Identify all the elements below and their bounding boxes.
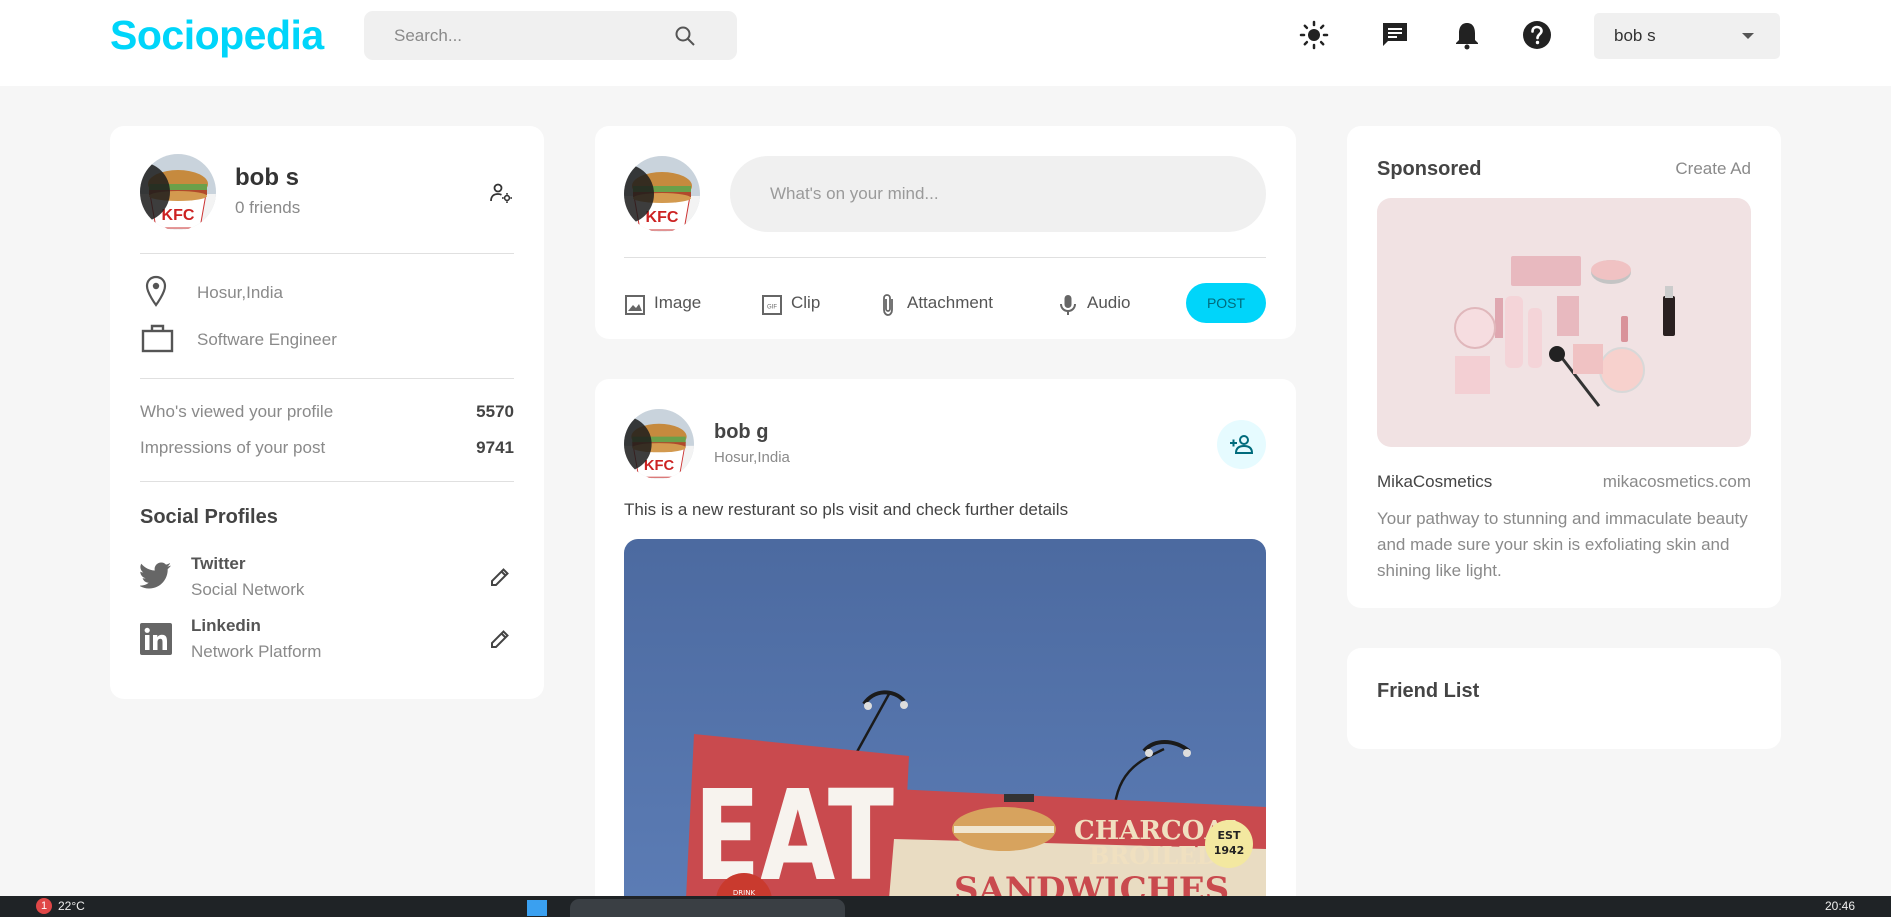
post-input-placeholder: What's on your mind... [770,184,939,203]
add-friend-button[interactable] [1217,420,1266,469]
create-ad-link[interactable]: Create Ad [1675,159,1751,179]
profile-views-value: 5570 [476,402,514,421]
profile-views-label: Who's viewed your profile [140,402,334,421]
gif-icon: GIF [762,295,782,315]
start-button[interactable] [527,900,547,916]
twitter-description: Social Network [191,580,305,599]
divider [140,253,514,254]
post-text: This is a new resturant so pls visit and… [624,500,1069,519]
briefcase-icon [141,324,174,353]
clip-button-label: Clip [791,293,821,312]
paperclip-icon [883,294,893,316]
linkedin-icon [140,623,172,655]
svg-text:KFC: KFC [646,209,679,226]
post-author-name[interactable]: bob g [714,421,768,444]
edit-pencil-icon[interactable] [489,628,511,650]
est-text: EST [1218,829,1241,842]
ad-image[interactable] [1377,198,1751,447]
message-icon[interactable] [1379,19,1411,51]
audio-button-label: Audio [1087,293,1131,312]
profile-card: KFC bob s 0 friends Hosur,India Software… [110,126,544,699]
top-navbar: Sociopedia Search... bob s [0,0,1891,86]
avatar[interactable]: KFC [140,154,216,230]
attachment-button-label: Attachment [907,293,993,312]
microphone-icon [1060,295,1076,315]
divider [140,378,514,379]
avatar[interactable]: KFC [624,156,700,232]
post-impressions-label: Impressions of your post [140,438,326,457]
post-impressions-value: 9741 [476,438,514,457]
bell-icon[interactable] [1451,19,1483,51]
profile-name[interactable]: bob s [235,164,299,192]
divider [140,481,514,482]
os-taskbar: 1 22°C 20:46 [0,896,1891,917]
user-dropdown[interactable]: bob s [1594,13,1780,59]
svg-text:KFC: KFC [162,207,195,224]
search-input[interactable]: Search... [394,26,462,46]
divider [624,257,1266,258]
notification-badge[interactable]: 1 [36,898,52,914]
weather-temperature[interactable]: 22°C [58,899,85,913]
linkedin-description: Network Platform [191,642,322,661]
ad-description: Your pathway to stunning and immaculate … [1377,509,1748,580]
ad-brand: MikaCosmetics [1377,472,1493,491]
friend-list-title: Friend List [1377,680,1480,702]
image-button-label: Image [654,293,702,312]
post-button[interactable]: POST [1186,283,1266,323]
edit-pencil-icon[interactable] [489,566,511,588]
linkedin-link[interactable]: Linkedin [191,616,261,636]
post-author-location: Hosur,India [714,449,790,466]
post-input[interactable]: What's on your mind... [730,156,1266,232]
chevron-down-icon [1742,33,1754,39]
friend-list-card: Friend List [1347,648,1781,749]
help-icon[interactable] [1521,19,1553,51]
search-icon[interactable] [673,24,697,48]
social-profiles-title: Social Profiles [140,506,278,528]
search-bar[interactable]: Search... [364,11,737,60]
user-dropdown-value: bob s [1614,26,1656,45]
sun-icon[interactable] [1298,19,1330,51]
manage-account-icon[interactable] [489,181,513,205]
profile-friends-count: 0 friends [235,198,301,217]
svg-text:GIF: GIF [767,305,777,311]
profile-location: Hosur,India [197,283,283,302]
location-pin-icon [145,275,167,307]
app-logo[interactable]: Sociopedia [110,12,324,59]
profile-occupation: Software Engineer [197,330,337,349]
taskbar-search[interactable] [570,899,845,917]
broiled-text: BROILED [1089,841,1217,870]
svg-text:KFC: KFC [644,458,675,474]
post-image[interactable]: EAT CHARCOAL BROILED EST 1942 SANDWICHES… [624,539,1266,917]
sponsored-title: Sponsored [1377,158,1482,180]
twitter-icon [140,562,171,589]
feed-post-card: KFC bob g Hosur,India This is a new rest… [595,379,1296,917]
twitter-link[interactable]: Twitter [191,554,245,574]
est-year-text: 1942 [1214,844,1245,857]
avatar[interactable]: KFC [624,409,694,479]
person-add-icon [1230,435,1254,454]
ad-url[interactable]: mikacosmetics.com [1603,472,1751,492]
clock-time[interactable]: 20:46 [1825,899,1855,913]
image-icon [625,295,645,315]
sponsored-card: Sponsored Create Ad MikaCosmetics mikaco… [1347,126,1781,608]
